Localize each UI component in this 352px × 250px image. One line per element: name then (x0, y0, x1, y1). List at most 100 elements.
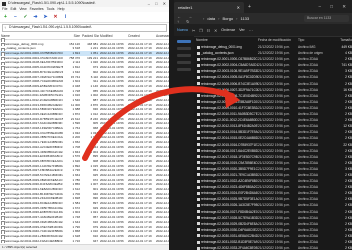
nav-item[interactable] (177, 40, 191, 43)
nav-item[interactable] (177, 47, 191, 50)
nav-item[interactable] (177, 61, 191, 64)
address-bar[interactable]: ↑ D:\descargas\_Flash1.5\1.090.zip\1.1.5… (2, 24, 167, 32)
file-name-text: retroimage-02-0005-0006-B74C3E1A09F2 (201, 81, 258, 86)
paste-icon[interactable]: ☷ (207, 28, 210, 33)
file-name-text: _catalog_contents.json (5, 46, 36, 51)
delete-icon[interactable]: ✕ (52, 14, 59, 21)
file-name-text: retroimage-02-0021-0022-A2C4E6F8B0D13579 (5, 144, 63, 149)
file-icon (197, 51, 200, 55)
file-icon (197, 197, 200, 201)
menu-item[interactable]: Favorites (30, 7, 44, 11)
nav-arrows-icon[interactable]: ← → ↑ ↻ (174, 14, 203, 24)
file-name-text: retroimage-02-0019-0020-3B5D7F9E1C0A (201, 166, 258, 171)
cell-date: 21/12/2022 19:56 p.m. (258, 246, 290, 250)
copy-icon[interactable]: ➜ (32, 14, 39, 21)
file-icon (197, 130, 200, 134)
file-name-text: retroimage-02-0015-0016-D7B5937F1E3C (201, 142, 258, 147)
file-name-text: retroimage-02-0012-0013-8F6D4B2A0E9C (201, 124, 258, 129)
file-name-text: retroimage-02-0029-0030-D4F6A8C0E2B13579 (5, 182, 63, 187)
breadcrumb-item[interactable]: Borgo (222, 16, 233, 21)
menu-item[interactable]: Help (57, 7, 64, 11)
add-icon[interactable]: + (2, 14, 9, 21)
more-icon[interactable]: ⋯ (249, 28, 253, 33)
sort-button[interactable]: Ordenar (221, 28, 235, 32)
copy-icon[interactable]: ❐ (199, 28, 202, 33)
file-icon (197, 149, 200, 153)
file-icon (197, 112, 200, 116)
file-name-text: retroimage-02-0002-0004-C5A6D7A0D1C05C2F (5, 55, 63, 60)
file-icon (197, 161, 200, 165)
test-icon[interactable]: ✓ (22, 14, 29, 21)
archive-file-list: .. retroimage_debug_0001.img 154 120 448 98… (0, 37, 169, 244)
file-icon (197, 69, 200, 73)
col-nombre[interactable]: Nombre (196, 37, 258, 43)
file-name-text: retroimage-02-0040-0041-2B4D6F8A0C1E3579 (5, 233, 63, 238)
file-icon (197, 100, 200, 104)
col-tipo[interactable]: Tipo (298, 37, 336, 43)
window-controls[interactable]: – □ ✕ (148, 0, 168, 7)
file-icon (1, 239, 6, 244)
file-name-text: retroimage-02-0017-0018-1F3E5D7C9B0A (201, 154, 258, 159)
file-name-text: retroimage-02-0026-0027-F8D6B4A2E0C1 (201, 209, 258, 214)
file-name-text: retroimage-02-0011-0012-2C4E6A8B0D1F3579 (5, 97, 63, 102)
menu-item[interactable]: Edit (10, 7, 16, 11)
new-tab-icon[interactable]: + (248, 4, 251, 10)
file-icon (197, 222, 200, 226)
file-name-text: retroimage-02-0022-0023-4D6F8B0A2C1E (201, 185, 258, 190)
chevron-right-icon: › (236, 16, 238, 21)
file-icon (197, 173, 200, 177)
file-name-text: retroimage-02-0032-0033-2F4A6C8E0B1D (201, 246, 258, 250)
file-name-text: retroimage-02-0027-0028-5C7E9A1B3D0F (201, 215, 258, 220)
explorer-tab[interactable]: retailer1 ✕ (174, 2, 244, 13)
breadcrumb-item[interactable]: 1133 (241, 16, 250, 21)
nav-item[interactable] (177, 54, 191, 57)
close-tab-icon[interactable]: ✕ (237, 2, 240, 13)
search-input[interactable]: Buscar en 1133 (304, 15, 349, 22)
window-controls[interactable]: – □ ✕ (319, 4, 352, 10)
menu-item[interactable]: File (2, 7, 7, 11)
archive-row[interactable]: retroimage-02-0041-0042-F0A2C4E6B8D13579… (0, 239, 169, 244)
file-name-text: retroimage-02-0041-0042-F0A2C4E6B8D13579 (5, 238, 63, 243)
file-name-text: retroimage-02-0013-0014-5B3D1F7E9A0C2468 (5, 107, 63, 112)
file-name-text: retroimage-02-0002-0004-C5A6D7A0D1C0 (201, 63, 258, 68)
info-icon[interactable]: i (62, 14, 69, 21)
file-icon (197, 203, 200, 207)
file-name-text: retroimage-02-0016-0017-6A4C2E0B8D9F (201, 148, 258, 153)
file-name: retroimage-02-0041-0042-F0A2C4E6B8D13579 (0, 239, 63, 244)
file-name-text: retroimage-02-0016-0017-6A4C2E0B8D9F1357 (5, 121, 63, 126)
breadcrumb: › data › Borgo › 1133 (203, 16, 249, 21)
file-icon (197, 88, 200, 92)
menu-item[interactable]: View (19, 7, 26, 11)
file-icon (197, 155, 200, 159)
extract-icon[interactable]: − (12, 14, 19, 21)
breadcrumb-item[interactable]: data (207, 16, 215, 21)
file-name-text: retroimage-02-0005-0006-B74C3E1A09F2D811 (5, 69, 63, 74)
file-name-text: retroimage-02-0024-0025-9B7D5F3E1A0C (201, 197, 258, 202)
file-name-text: retroimage-02-0031-0032-B1D3F5E7A9C0 (201, 240, 258, 244)
explorer-navbar: ← → ↑ ↻ › data › Borgo › 1133 Buscar en 1133 (174, 13, 352, 24)
file-icon (197, 216, 200, 220)
file-name-text: retroimage-02-0004-0005-0A1F8C02D9E7 (201, 75, 258, 80)
file-name-text: retroimage-02-0033-0034-8C0E2A4B6D1F3579 (5, 201, 63, 206)
col-fecha[interactable]: Fecha de modificación (258, 37, 298, 43)
new-button[interactable]: Nuevo (177, 28, 188, 32)
file-name-text: retroimage-02-0030-0031-6E8A0C2B4D1F (201, 233, 258, 238)
explorer-row[interactable]: retroimage-02-0032-0033-2F4A6C8E0B1D 21/1… (196, 245, 352, 250)
tab-title: retailer1 (178, 5, 193, 10)
delete-icon[interactable]: ✕ (214, 28, 217, 33)
nav-item[interactable] (177, 68, 191, 71)
view-button[interactable]: Ver (239, 28, 245, 32)
file-name-text: retroimage-02-0024-0025-9B7D5F3E1A0C2468 (5, 158, 63, 163)
file-icon (197, 124, 200, 128)
file-name-text: retroimage-02-0003-0108-9E1A5F7B33DC0012 (5, 60, 63, 65)
cell-modified: 2022-12-01 19:56 (100, 238, 124, 243)
folder-up-icon[interactable]: ↑ (4, 25, 6, 30)
file-name-text: retroimage-02-0007-0008-7C1E0D4B92A6F3C0 (5, 79, 63, 84)
col-tamano[interactable]: Tamaño (336, 37, 352, 43)
cut-icon[interactable]: ✂ (192, 28, 195, 33)
file-name-text: retroimage-02-0020-0021-7E9C1A3B5D0F (201, 172, 258, 177)
file-name-text: retroimage-02-0028-0029-0B2D4F6E8A1C (201, 221, 258, 226)
move-icon[interactable]: ➤ (42, 14, 49, 21)
menu-item[interactable]: Tools (47, 7, 55, 11)
file-name-text: retroimage-02-0039-0040-7A9C1E3F5B0D2468 (5, 229, 63, 234)
